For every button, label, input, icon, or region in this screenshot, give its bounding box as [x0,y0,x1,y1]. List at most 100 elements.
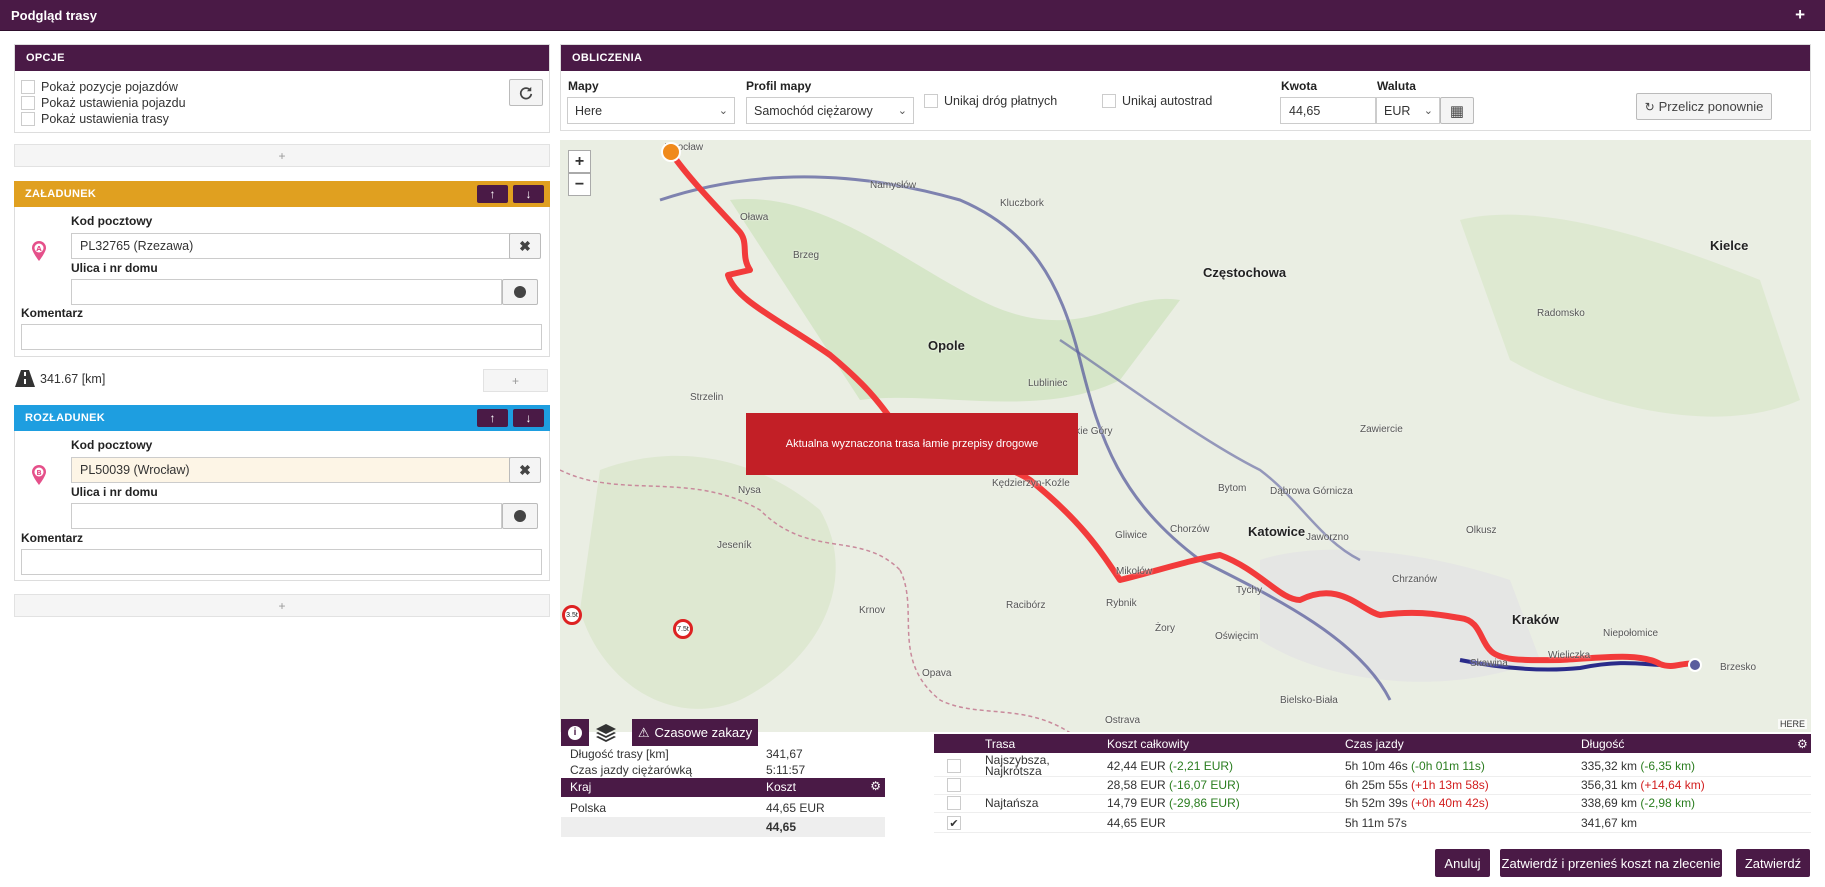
options-list: Pokaż pozycje pojazdów Pokaż ustawienia … [21,79,186,127]
unloading-locate-button[interactable] [502,503,538,529]
road-icon [15,370,35,387]
window-title: Podgląd trasy [11,7,97,23]
loading-postal-clear-button[interactable]: ✖ [509,233,541,259]
loading-street-input[interactable] [71,279,502,305]
map-city-label: Radomsko [1537,308,1585,319]
loading-postal-label: Kod pocztowy [71,214,153,228]
distance-add-button[interactable]: + [483,369,548,392]
map-city-label: Brzesko [1720,662,1757,673]
route-time: 5h 11m 57s [1345,816,1407,830]
route-select-checkbox[interactable]: ✔ [947,814,961,832]
routes-header-row: Trasa Koszt całkowity Czas jazdy Długość… [934,734,1811,753]
expand-button[interactable]: + [1795,5,1805,25]
unloading-move-down-button[interactable]: ↓ [513,409,544,427]
route-cost: 14,79 EUR (-29,86 EUR) [1107,796,1240,810]
loading-move-down-button[interactable]: ↓ [513,185,544,203]
col-drive-time: Czas jazdy [1345,736,1404,751]
recalculate-button[interactable]: ↻ Przelicz ponownie [1636,93,1772,120]
amount-input[interactable]: 44,65 [1280,97,1376,124]
country-header-row: Kraj Koszt ⚙ [561,778,885,797]
chevron-down-icon: ⌄ [1423,105,1433,117]
cost-header: Koszt [766,780,797,794]
unloading-street-label: Ulica i nr domu [71,485,158,499]
warning-icon: ⚠ [637,724,650,740]
zoom-out-button[interactable]: − [568,173,591,196]
profile-label: Profil mapy [746,79,812,93]
window-titlebar: Podgląd trasy + [0,0,1825,31]
unloading-comment-input[interactable] [21,549,542,575]
compass-icon [514,510,526,522]
show-route-settings-checkbox[interactable]: Pokaż ustawienia trasy [21,111,186,127]
total-row [561,817,885,837]
layers-icon [596,723,616,742]
map-city-label: Kielce [1710,238,1749,253]
unloading-postal-clear-button[interactable]: ✖ [509,457,541,483]
map-city-label: Kraków [1512,612,1559,627]
avoid-toll-checkbox[interactable]: Unikaj dróg płatnych [924,93,1057,109]
gear-icon[interactable]: ⚙ [870,779,881,793]
map-city-label: Żory [1155,623,1175,634]
confirm-button[interactable]: Zatwierdź [1736,849,1810,877]
route-select-checkbox[interactable] [947,794,961,812]
refresh-icon [519,86,533,99]
unloading-comment-label: Komentarz [21,531,84,545]
route-row[interactable]: ✔ 44,65 EUR 5h 11m 57s 341,67 km [934,814,1811,833]
unloading-street-input[interactable] [71,503,502,529]
loading-postal-input[interactable]: PL32765 (Rzezawa) [71,233,510,259]
compass-icon [514,286,526,298]
unloading-header: ROZŁADUNEK [14,405,550,431]
map-city-label: Lubliniec [1028,378,1068,389]
show-vehicle-positions-checkbox[interactable]: Pokaż pozycje pojazdów [21,79,186,95]
route-select-checkbox[interactable] [947,756,961,776]
info-tab[interactable]: i [561,719,589,746]
show-vehicle-settings-checkbox[interactable]: Pokaż ustawienia pojazdu [21,95,186,111]
confirm-transfer-button[interactable]: Zatwierdź i przenieś koszt na zlecenie [1500,849,1722,877]
route-row[interactable]: Najszybsza, Najkrótsza 42,44 EUR (-2,21 E… [934,753,1811,778]
loading-comment-label: Komentarz [21,306,84,320]
map-city-label: Chrzanów [1392,574,1438,585]
refresh-button[interactable] [509,79,543,106]
calculator-button[interactable]: ▦ [1440,97,1474,124]
options-add-button[interactable]: + [14,144,550,167]
time-ban-tab[interactable]: ⚠ Czasowe zakazy [632,719,758,746]
maps-select[interactable]: Here ⌄ [567,97,735,124]
svg-text:B: B [36,469,41,477]
layers-tab[interactable] [592,719,620,746]
route-distance: 341.67 [km] [40,372,106,386]
route-length: 341,67 km [1581,816,1638,830]
avoid-highway-checkbox[interactable]: Unikaj autostrad [1102,93,1212,109]
map-city-label: Gliwice [1115,530,1148,541]
route-row[interactable]: 28,58 EUR (-16,07 EUR) 6h 25m 55s (+1h 13… [934,776,1811,795]
unloading-move-up-button[interactable]: ↑ [477,409,508,427]
country-name: Polska [570,801,607,815]
map-brand: HERE [1777,719,1807,729]
map-city-label: Racibórz [1006,600,1046,611]
total-cost: 44,65 [766,820,797,834]
zoom-in-button[interactable]: + [568,150,591,173]
profile-select[interactable]: Samochód ciężarowy ⌄ [746,97,914,124]
route-length: 338,69 km (-2,98 km) [1581,796,1696,810]
map-city-label: Wieliczka [1548,650,1591,661]
map-city-label: Olkusz [1466,525,1497,536]
gear-icon[interactable]: ⚙ [1797,734,1808,753]
route-name: Najtańsza [985,795,1039,810]
currency-select[interactable]: EUR ⌄ [1376,97,1440,124]
route-name: Najszybsza, Najkrótsza [985,753,1050,778]
loading-street-label: Ulica i nr domu [71,261,158,275]
chevron-down-icon: ⌄ [897,105,907,117]
loading-comment-input[interactable] [21,324,542,350]
unloading-postal-input[interactable]: PL50039 (Wrocław) [71,457,510,483]
map-city-label: Jeseník [717,540,752,551]
country-cost: 44,65 EUR [766,801,825,815]
add-stop-button[interactable]: + [14,594,550,617]
summary-time-value: 5:11:57 [766,763,806,777]
route-select-checkbox[interactable] [947,776,961,794]
route-time: 5h 10m 46s (-0h 01m 11s) [1345,759,1485,773]
cancel-button[interactable]: Anuluj [1435,849,1490,877]
loading-locate-button[interactable] [502,279,538,305]
route-row[interactable]: Najtańsza 14,79 EUR (-29,86 EUR) 5h 52m 39… [934,794,1811,813]
map-city-label: Oława [740,212,769,223]
end-marker-icon [1688,658,1702,672]
maps-label: Mapy [568,79,599,93]
loading-move-up-button[interactable]: ↑ [477,185,508,203]
